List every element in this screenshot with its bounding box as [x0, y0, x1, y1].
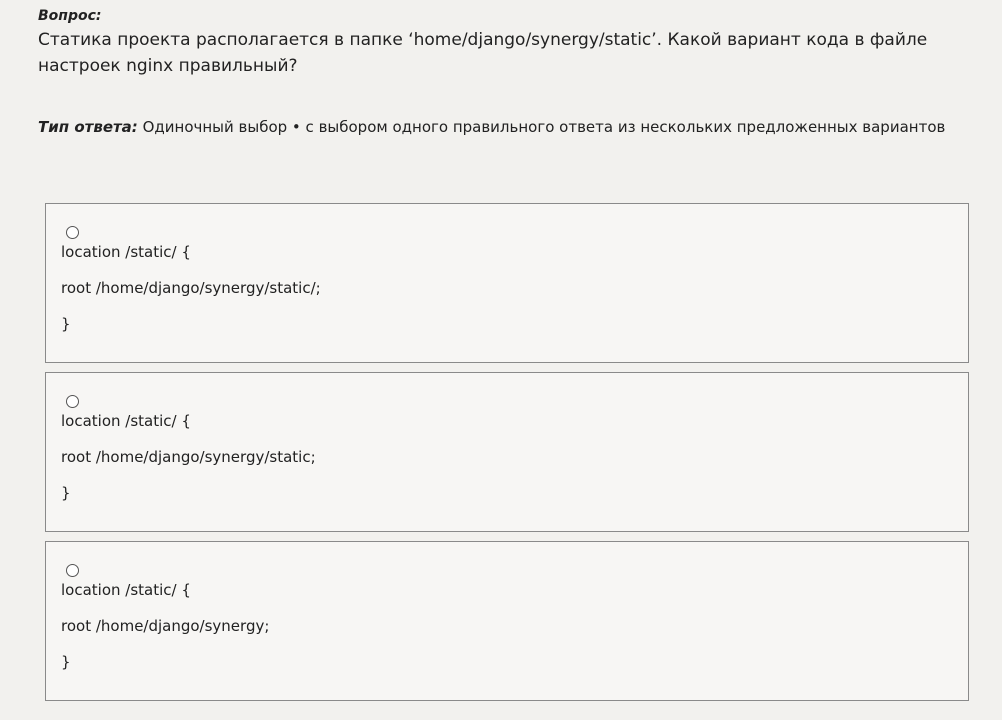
answer-option-2[interactable]: location /static/ { root /home/django/sy… [45, 372, 969, 532]
answer-type: Тип ответа: Одиночный выбор • с выбором … [38, 117, 945, 137]
page: Вопрос: Статика проекта располагается в … [0, 0, 1002, 720]
option-3-radio[interactable] [66, 564, 79, 577]
question-text: Статика проекта располагается в папке ‘h… [38, 30, 928, 76]
option-3-line-3: } [61, 653, 71, 671]
answer-type-value: Одиночный выбор • с выбором одного прави… [142, 118, 946, 136]
answer-option-1[interactable]: location /static/ { root /home/django/sy… [45, 203, 969, 363]
answer-option-3[interactable]: location /static/ { root /home/django/sy… [45, 541, 969, 701]
option-1-line-3: } [61, 315, 71, 333]
option-2-line-3: } [61, 484, 71, 502]
option-3-line-1: location /static/ { [61, 581, 191, 599]
option-1-radio[interactable] [66, 226, 79, 239]
option-1-line-2: root /home/django/synergy/static/; [61, 279, 321, 297]
option-1-line-1: location /static/ { [61, 243, 191, 261]
option-2-radio[interactable] [66, 395, 79, 408]
question-block: Вопрос: Статика проекта располагается в … [38, 6, 968, 79]
question-label: Вопрос: [38, 8, 102, 24]
answer-type-label: Тип ответа: [38, 118, 138, 136]
option-3-line-2: root /home/django/synergy; [61, 617, 270, 635]
option-2-line-1: location /static/ { [61, 412, 191, 430]
option-2-line-2: root /home/django/synergy/static; [61, 448, 316, 466]
